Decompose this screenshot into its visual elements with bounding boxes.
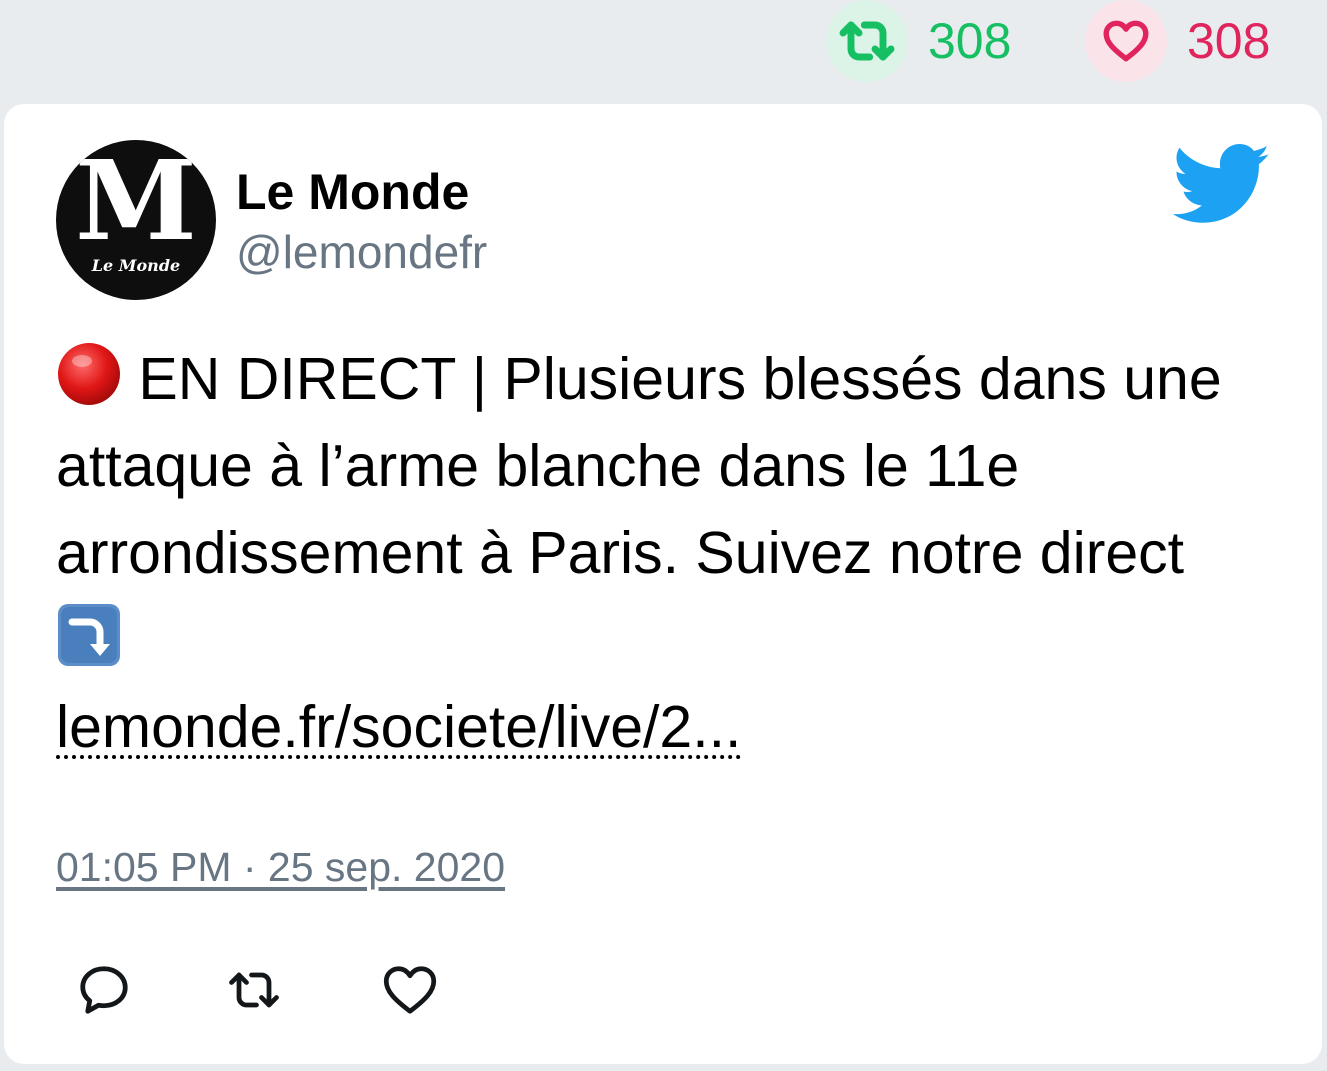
like-count: 308 <box>1187 13 1271 69</box>
retweet-stat[interactable]: 308 <box>826 0 1011 82</box>
account-handle[interactable]: @lemondefr <box>236 224 487 280</box>
account-name[interactable]: Le Monde <box>236 162 469 222</box>
avatar[interactable]: M Le Monde <box>56 140 216 300</box>
retweet-icon <box>826 0 908 82</box>
reply-icon[interactable] <box>74 960 134 1020</box>
tweet-card: M Le Monde Le Monde @lemondefr EN DIRECT… <box>4 104 1322 1064</box>
like-stat[interactable]: 308 <box>1085 0 1270 82</box>
like-icon[interactable] <box>380 960 440 1020</box>
avatar-wordmark: Le Monde <box>91 256 181 275</box>
twitter-bird-icon[interactable] <box>1172 144 1272 226</box>
arrow-curving-down-emoji <box>58 604 120 666</box>
retweet-count: 308 <box>928 13 1012 69</box>
retweet-icon[interactable] <box>224 960 284 1020</box>
tweet-text: EN DIRECT | Plusieurs blessés dans une a… <box>56 336 1266 771</box>
tweet-body: EN DIRECT | Plusieurs blessés dans une a… <box>56 346 1222 586</box>
heart-icon <box>1085 0 1167 82</box>
tweet-timestamp[interactable]: 01:05 PM · 25 sep. 2020 <box>56 844 505 891</box>
red-circle-emoji <box>58 343 120 405</box>
engagement-bar: 308 308 <box>0 0 1327 90</box>
avatar-monogram: M <box>75 140 197 265</box>
tweet-link[interactable]: lemonde.fr/societe/live/2... <box>56 694 741 760</box>
